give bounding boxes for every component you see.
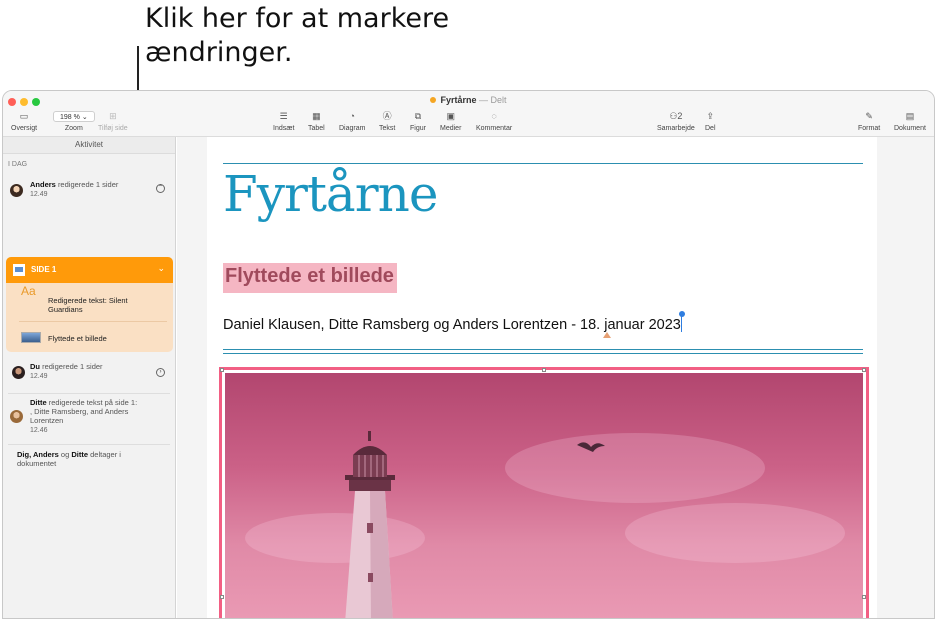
text-style-icon: Aa xyxy=(21,284,36,298)
lighthouse-image[interactable] xyxy=(225,373,863,618)
expand-entry-button[interactable]: › xyxy=(156,368,165,377)
page-thumbnail-icon xyxy=(13,264,25,276)
activity-sidebar: Aktivitet I DAG Anders redigerede 1 side… xyxy=(3,137,176,618)
entry-author: Du xyxy=(30,362,40,371)
text-cursor xyxy=(679,311,684,332)
media-button[interactable]: ▣ Medier xyxy=(440,111,461,132)
zoom-control[interactable]: 198 % ⌄ Zoom xyxy=(53,111,95,132)
resize-handle[interactable] xyxy=(542,368,546,372)
entry-action: redigerede 1 sider xyxy=(57,180,119,189)
callout-line-1: Klik her for at markere xyxy=(145,3,450,34)
resize-handle[interactable] xyxy=(862,368,866,372)
participants-summary: Dig, Anders og Ditte deltager i dokument… xyxy=(17,450,121,468)
chevron-right-icon: › xyxy=(159,369,162,375)
edited-status-dot xyxy=(430,97,437,103)
activity-entry-anders[interactable]: Anders redigerede 1 sider 12.49 ⌃ xyxy=(3,177,176,207)
resize-handle[interactable] xyxy=(862,595,866,599)
callout-line-2: ændringer. xyxy=(145,37,293,68)
sidebar-toggle-button[interactable]: ▭ Oversigt xyxy=(11,111,37,132)
top-rule xyxy=(223,163,863,164)
app-window: Fyrtårne — Delt ▭ Oversigt 198 % ⌄ Zoom … xyxy=(2,90,935,619)
chart-button[interactable]: ◔ Diagram xyxy=(339,111,365,132)
share-button[interactable]: ⇪ Del xyxy=(705,111,716,132)
zoom-value[interactable]: 198 % ⌄ xyxy=(53,111,95,122)
chart-icon: ◔ xyxy=(349,111,355,121)
chevron-up-icon: ⌃ xyxy=(157,185,164,191)
paintbrush-icon: ✎ xyxy=(865,111,873,121)
activity-entry-ditte[interactable]: Ditte redigerede tekst på side 1: , Ditt… xyxy=(3,395,176,443)
divider-rule xyxy=(223,349,863,350)
image-thumbnail-icon xyxy=(21,332,41,343)
add-page-button[interactable]: ⊞ Tilføj side xyxy=(98,111,128,132)
collapse-entry-button[interactable]: ⌃ xyxy=(156,184,165,193)
comment-button[interactable]: ◌ Kommentar xyxy=(476,111,512,132)
avatar xyxy=(10,184,23,197)
divider-rule xyxy=(223,353,863,354)
text-box-icon: Ⓐ xyxy=(382,111,392,121)
entry-author: Anders xyxy=(30,180,56,189)
resize-handle[interactable] xyxy=(220,595,224,599)
window-title: Fyrtårne — Delt xyxy=(3,95,934,105)
activity-entry-du[interactable]: Du redigerede 1 sider 12.49 › xyxy=(3,359,176,389)
chevron-down-icon[interactable]: ⌄ xyxy=(157,263,165,274)
callout-text: Klik her for at markere ændringer. xyxy=(145,2,449,70)
document-canvas[interactable]: Fyrtårne Flyttede et billede Daniel Klau… xyxy=(177,137,934,618)
toolbar: Fyrtårne — Delt ▭ Oversigt 198 % ⌄ Zoom … xyxy=(3,91,934,137)
page-group-header[interactable]: SIDE 1 ⌄ xyxy=(6,257,173,283)
sidebar-header: Aktivitet xyxy=(3,137,175,154)
table-icon: ▦ xyxy=(312,111,321,121)
change-marker[interactable] xyxy=(603,332,611,338)
chevron-down-icon: ⌄ xyxy=(81,114,88,121)
share-icon: ⇪ xyxy=(706,111,715,121)
resize-handle[interactable] xyxy=(220,368,224,372)
text-button[interactable]: Ⓐ Tekst xyxy=(379,111,395,132)
entry-action: redigerede 1 sider xyxy=(42,362,103,371)
shape-button[interactable]: ⧉ Figur xyxy=(410,111,426,132)
entry-time: 12.46 xyxy=(30,427,48,434)
document-byline[interactable]: Daniel Klausen, Ditte Ramsberg og Anders… xyxy=(223,311,684,333)
sidebar-icon: ▭ xyxy=(19,111,29,121)
comment-icon: ◌ xyxy=(491,111,497,121)
activity-item-edited-text[interactable]: Aa Redigerede tekst: Silent Guardians xyxy=(6,283,173,321)
format-button[interactable]: ✎ Format xyxy=(858,111,880,132)
divider xyxy=(8,393,170,394)
entry-action: redigerede tekst på side 1: , Ditte Rams… xyxy=(30,398,138,425)
document-subtitle-highlighted[interactable]: Flyttede et billede xyxy=(223,263,397,293)
entry-time: 12.49 xyxy=(30,191,48,198)
page-group-title: SIDE 1 xyxy=(31,265,57,274)
moved-image-highlight[interactable] xyxy=(219,367,869,618)
window-title-suffix: — Delt xyxy=(479,95,507,105)
table-button[interactable]: ▦ Tabel xyxy=(308,111,325,132)
add-page-icon: ⊞ xyxy=(109,111,117,121)
avatar xyxy=(10,410,23,423)
page-1-activity-group[interactable]: SIDE 1 ⌄ Aa Redigerede tekst: Silent Gua… xyxy=(6,257,173,352)
document-page[interactable]: Fyrtårne Flyttede et billede Daniel Klau… xyxy=(207,137,877,618)
collaborator-count: 2 xyxy=(677,111,683,121)
section-label-today: I DAG xyxy=(8,161,28,168)
document-button[interactable]: ▤ Dokument xyxy=(894,111,926,132)
document-title[interactable]: Fyrtårne xyxy=(223,165,438,223)
document-icon: ▤ xyxy=(905,111,915,121)
shape-icon: ⧉ xyxy=(414,111,422,121)
activity-item-moved-image[interactable]: Flyttede et billede xyxy=(6,322,173,352)
media-icon: ▣ xyxy=(446,111,455,121)
insert-button[interactable]: ☰ Indsæt xyxy=(273,111,294,132)
insert-icon: ☰ xyxy=(279,111,288,121)
collaborate-button[interactable]: ⚇2 Samarbejde xyxy=(657,111,695,132)
window-title-text: Fyrtårne xyxy=(440,95,477,105)
divider xyxy=(8,444,170,445)
lighthouse-illustration xyxy=(345,431,605,618)
entry-author: Ditte xyxy=(30,398,47,407)
entry-time: 12.49 xyxy=(30,373,48,380)
avatar xyxy=(12,366,25,379)
